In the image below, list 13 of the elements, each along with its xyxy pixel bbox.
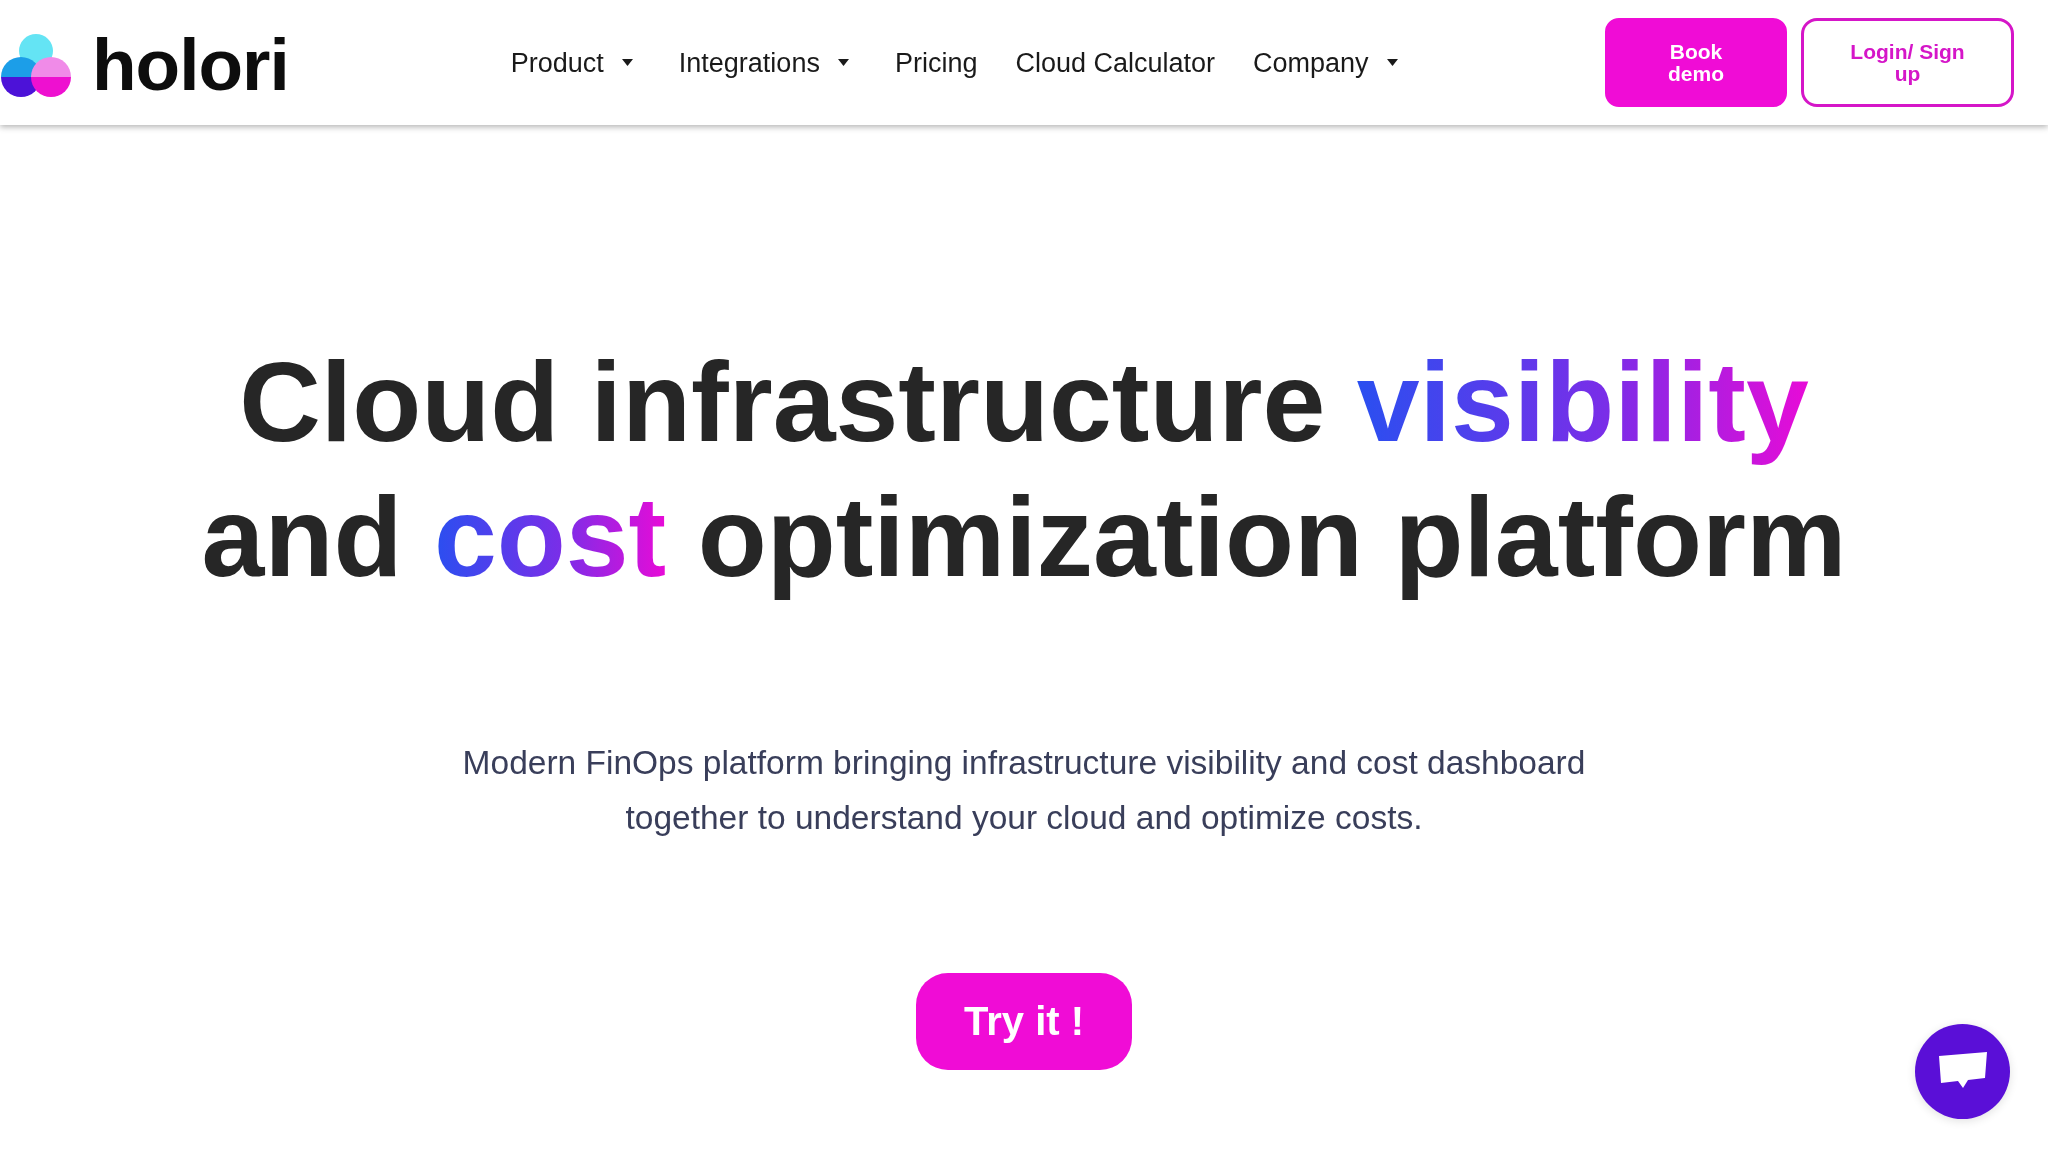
hero-heading: Cloud infrastructure visibility and cost optimization platform — [200, 338, 1848, 602]
nav-link[interactable]: Cloud Calculator — [1015, 45, 1216, 80]
try-it-button[interactable]: Try it ! — [916, 973, 1132, 1070]
login-button[interactable]: Login/ Sign up — [1801, 18, 2014, 107]
book-demo-button[interactable]: Book demo — [1605, 18, 1787, 107]
cloud-logo-icon[interactable] — [0, 32, 72, 97]
nav-link[interactable]: Company — [1253, 45, 1406, 80]
chat-button[interactable] — [1915, 1024, 2010, 1119]
hero-subtitle: Modern FinOps platform bringing infrastructure visibility and cost dashboard together to understand your cloud and optimize costs. — [461, 743, 1587, 838]
brand-wordmark[interactable]: holori — [92, 28, 289, 101]
nav-link[interactable]: Integrations — [678, 45, 857, 80]
nav-link[interactable]: Product — [510, 45, 641, 80]
nav-link[interactable]: Pricing — [894, 45, 978, 80]
